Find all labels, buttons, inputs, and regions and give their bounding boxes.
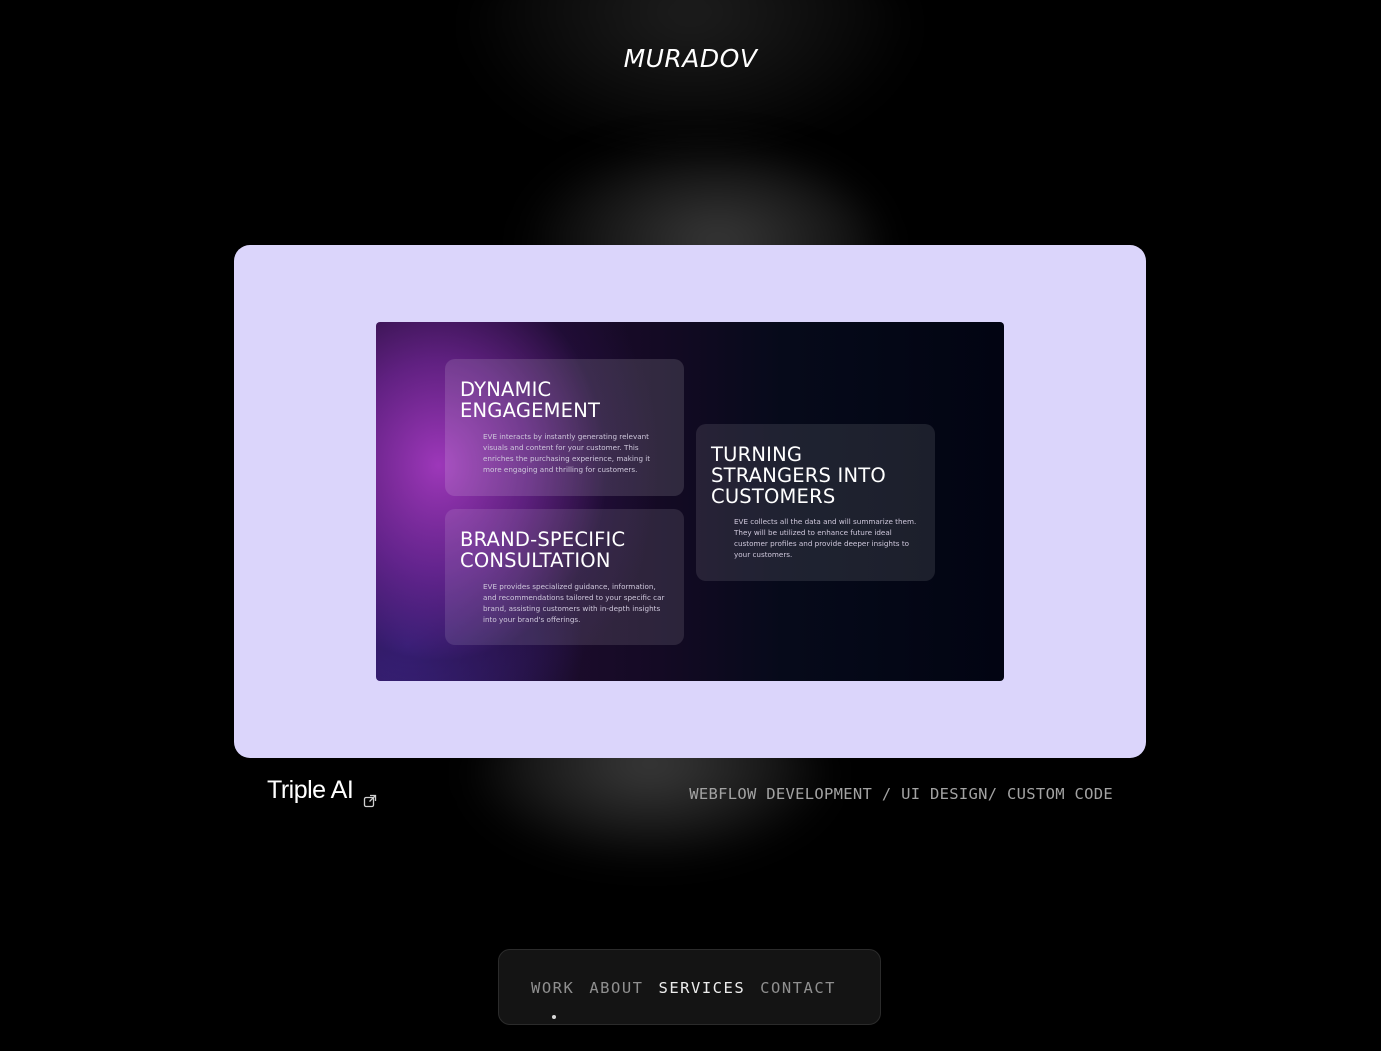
external-link-icon[interactable] <box>363 786 377 807</box>
project-title: Triple AI <box>267 776 354 804</box>
nav-item-work[interactable]: WORK <box>531 979 574 997</box>
nav-items: WORK ABOUT SERVICES CONTACT <box>531 979 836 997</box>
nav-active-indicator-dot <box>552 1015 556 1019</box>
page: MURADOV DYNAMIC ENGAGEMENT EVE interacts … <box>0 0 1381 1051</box>
feature-description: EVE provides specialized guidance, infor… <box>483 582 665 624</box>
nav-item-services[interactable]: SERVICES <box>659 979 746 997</box>
project-card[interactable]: DYNAMIC ENGAGEMENT EVE interacts by insta… <box>234 245 1146 758</box>
nav-item-contact[interactable]: CONTACT <box>760 979 836 997</box>
feature-title: DYNAMIC ENGAGEMENT <box>460 378 601 422</box>
project-preview-image: DYNAMIC ENGAGEMENT EVE interacts by insta… <box>376 322 1004 681</box>
nav-item-about[interactable]: ABOUT <box>589 979 643 997</box>
feature-title: TURNING STRANGERS INTO CUSTOMERS <box>711 443 886 508</box>
feature-card-strangers-to-customers: TURNING STRANGERS INTO CUSTOMERS EVE colle… <box>696 424 935 581</box>
feature-description: EVE collects all the data and will summa… <box>734 517 917 559</box>
feature-card-brand-consultation: BRAND-SPECIFIC CONSULTATION EVE provides … <box>445 509 684 645</box>
feature-title: BRAND-SPECIFIC CONSULTATION <box>460 528 626 572</box>
feature-description: EVE interacts by instantly generating re… <box>483 432 651 474</box>
background-blob-top <box>470 0 910 150</box>
site-logo[interactable]: MURADOV <box>0 44 1381 73</box>
bottom-navigation: WORK ABOUT SERVICES CONTACT <box>498 949 881 1025</box>
feature-card-dynamic-engagement: DYNAMIC ENGAGEMENT EVE interacts by insta… <box>445 359 684 496</box>
project-title-link[interactable]: Triple AI <box>267 776 377 807</box>
project-tags: WEBFLOW DEVELOPMENT / UI DESIGN/ CUSTOM … <box>689 785 1113 803</box>
